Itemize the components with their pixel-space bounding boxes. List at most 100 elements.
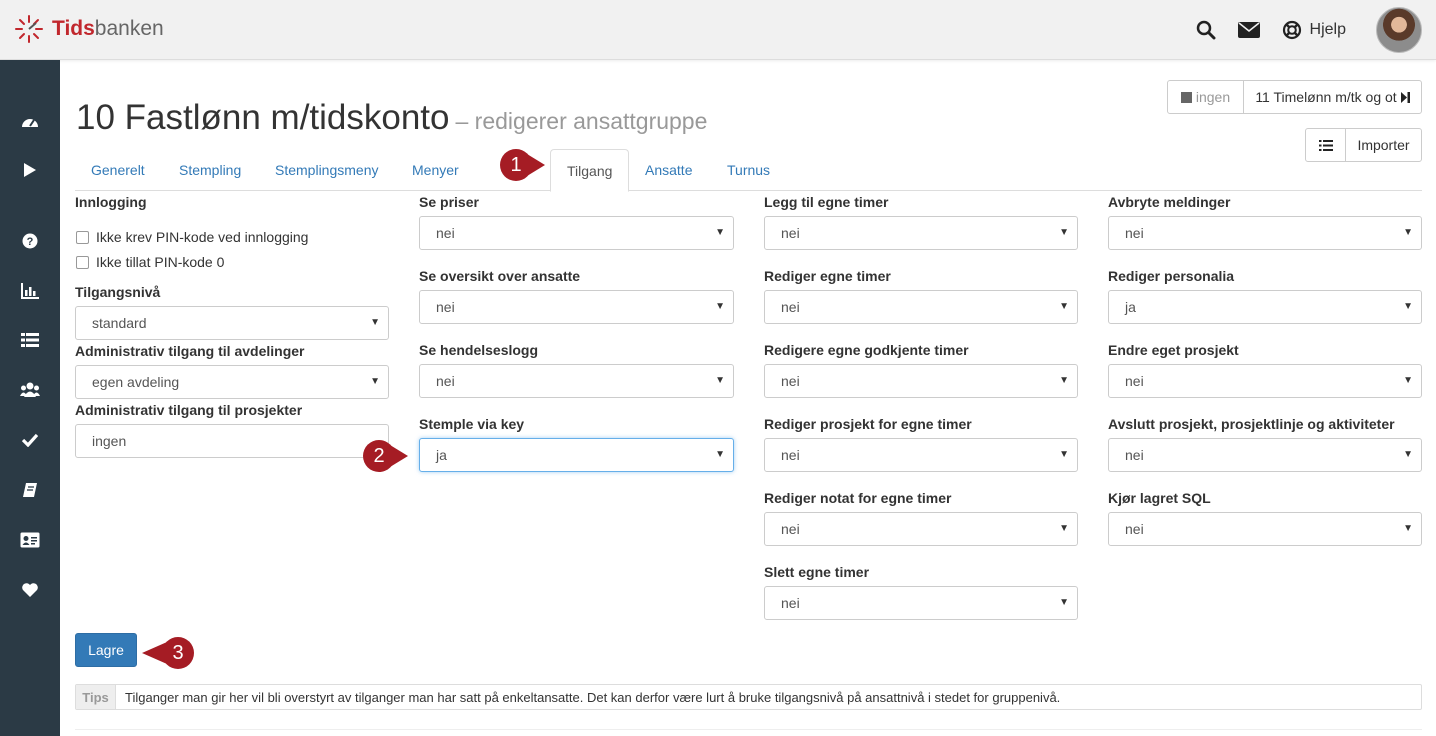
question-icon[interactable]: ? xyxy=(18,229,42,253)
edit-project-hours-select[interactable]: nei ▼ xyxy=(764,438,1078,472)
caret-down-icon: ▼ xyxy=(715,227,725,238)
edit-note-hours-select[interactable]: nei ▼ xyxy=(764,512,1078,546)
brand-name: Tidsbanken xyxy=(52,17,164,40)
require-pin-checkbox-row[interactable]: Ikke krev PIN-kode ved innlogging xyxy=(76,229,308,245)
see-prices-label: Se priser xyxy=(419,194,479,210)
see-prices-select[interactable]: nei ▼ xyxy=(419,216,734,250)
callout-marker-1: 1 xyxy=(499,148,545,182)
edit-own-hours-select[interactable]: nei ▼ xyxy=(764,290,1078,324)
admin-project-input[interactable]: ingen xyxy=(75,424,389,458)
dashboard-icon[interactable] xyxy=(18,110,42,134)
see-employees-select[interactable]: nei ▼ xyxy=(419,290,734,324)
page-title: 10 Fastlønn m/tidskonto – redigerer ansat… xyxy=(76,98,708,137)
lifebuoy-icon xyxy=(1282,20,1301,40)
bottom-divider xyxy=(75,729,1422,730)
see-employees-label: Se oversikt over ansatte xyxy=(419,268,581,284)
page-subtitle: – redigerer ansattgruppe xyxy=(455,108,708,134)
callout-marker-2: 2 xyxy=(362,439,408,473)
caret-down-icon: ▼ xyxy=(1403,375,1413,386)
caret-down-icon: ▼ xyxy=(1403,449,1413,460)
avatar[interactable] xyxy=(1376,7,1422,53)
see-event-log-select[interactable]: nei ▼ xyxy=(419,364,734,398)
caret-down-icon: ▼ xyxy=(715,301,725,312)
edit-approved-hours-label: Redigere egne godkjente timer xyxy=(764,342,969,358)
caret-down-icon: ▼ xyxy=(1059,597,1069,608)
main-content: ingen 11 Timelønn m/tk og ot Importer 10… xyxy=(75,60,1422,736)
change-own-project-label: Endre eget prosjekt xyxy=(1108,342,1239,358)
access-level-label: Tilgangsnivå xyxy=(75,284,161,300)
edit-personalia-label: Rediger personalia xyxy=(1108,268,1235,284)
top-bar: Tidsbanken Hjelp xyxy=(0,0,1436,60)
change-own-project-select[interactable]: nei ▼ xyxy=(1108,364,1422,398)
book-icon[interactable] xyxy=(18,478,42,502)
users-icon[interactable] xyxy=(18,378,42,402)
tips-box: Tips Tilganger man gir her vil bli overs… xyxy=(75,684,1422,710)
close-project-label: Avslutt prosjekt, prosjektlinje og aktiv… xyxy=(1108,416,1395,432)
search-icon[interactable] xyxy=(1196,20,1216,40)
add-own-hours-select[interactable]: nei ▼ xyxy=(764,216,1078,250)
disallow-pin-zero-checkbox-row[interactable]: Ikke tillat PIN-kode 0 xyxy=(76,254,224,270)
tab-turnus[interactable]: Turnus xyxy=(711,149,786,191)
help-menu[interactable]: Hjelp xyxy=(1282,20,1346,40)
edit-personalia-select[interactable]: ja ▼ xyxy=(1108,290,1422,324)
clock-star-icon xyxy=(15,15,43,43)
skip-forward-icon xyxy=(1400,91,1410,103)
next-group-button[interactable]: 11 Timelønn m/tk og ot xyxy=(1243,80,1422,114)
callout-marker-3: 3 xyxy=(142,636,194,670)
envelope-icon[interactable] xyxy=(1237,22,1260,38)
admin-dept-select[interactable]: egen avdeling ▼ xyxy=(75,365,389,399)
disallow-pin-zero-checkbox[interactable] xyxy=(76,255,89,269)
run-saved-sql-label: Kjør lagret SQL xyxy=(1108,490,1211,506)
close-project-select[interactable]: nei ▼ xyxy=(1108,438,1422,472)
stamp-via-key-label: Stemple via key xyxy=(419,416,525,432)
tab-stemplingsmeny[interactable]: Stemplingsmeny xyxy=(259,149,395,191)
tab-generelt[interactable]: Generelt xyxy=(75,149,161,191)
caret-down-icon: ▼ xyxy=(370,376,380,387)
caret-down-icon: ▼ xyxy=(1403,227,1413,238)
login-heading: Innlogging xyxy=(75,194,147,210)
caret-down-icon: ▼ xyxy=(1059,449,1069,460)
caret-down-icon: ▼ xyxy=(1059,227,1069,238)
admin-project-label: Administrativ tilgang til prosjekter xyxy=(75,402,303,418)
caret-down-icon: ▼ xyxy=(715,449,725,460)
require-pin-checkbox[interactable] xyxy=(76,230,89,244)
stamp-via-key-select[interactable]: ja ▼ xyxy=(419,438,734,472)
caret-down-icon: ▼ xyxy=(1403,301,1413,312)
edit-own-hours-label: Rediger egne timer xyxy=(764,268,891,284)
delete-own-hours-select[interactable]: nei ▼ xyxy=(764,586,1078,620)
cancel-messages-label: Avbryte meldinger xyxy=(1108,194,1231,210)
stop-icon xyxy=(1180,91,1192,103)
tab-menyer[interactable]: Menyer xyxy=(396,149,475,191)
caret-down-icon: ▼ xyxy=(1059,375,1069,386)
run-saved-sql-select[interactable]: nei ▼ xyxy=(1108,512,1422,546)
heart-icon[interactable] xyxy=(18,578,42,602)
cancel-messages-select[interactable]: nei ▼ xyxy=(1108,216,1422,250)
tips-label: Tips xyxy=(76,685,116,709)
access-level-select[interactable]: standard ▼ xyxy=(75,306,389,340)
add-own-hours-label: Legg til egne timer xyxy=(764,194,889,210)
tidsbanken-logo[interactable]: Tidsbanken xyxy=(14,14,164,44)
tab-bar: Generelt Stempling Stemplingsmeny Menyer… xyxy=(75,149,1422,192)
tab-ansatte[interactable]: Ansatte xyxy=(629,149,708,191)
caret-down-icon: ▼ xyxy=(715,375,725,386)
tab-stempling[interactable]: Stempling xyxy=(163,149,257,191)
save-button[interactable]: Lagre xyxy=(75,633,137,667)
edit-approved-hours-select[interactable]: nei ▼ xyxy=(764,364,1078,398)
caret-down-icon: ▼ xyxy=(370,317,380,328)
caret-down-icon: ▼ xyxy=(1059,301,1069,312)
bar-chart-icon[interactable] xyxy=(18,279,42,303)
see-event-log-label: Se hendelseslogg xyxy=(419,342,539,358)
caret-down-icon: ▼ xyxy=(1059,523,1069,534)
help-label: Hjelp xyxy=(1309,21,1346,38)
delete-own-hours-label: Slett egne timer xyxy=(764,564,870,580)
tab-tilgang[interactable]: Tilgang xyxy=(550,149,630,192)
edit-project-hours-label: Rediger prosjekt for egne timer xyxy=(764,416,972,432)
admin-dept-label: Administrativ tilgang til avdelinger xyxy=(75,343,305,359)
id-card-icon[interactable] xyxy=(18,528,42,552)
list-icon[interactable] xyxy=(18,328,42,352)
sidebar: ? xyxy=(0,60,60,736)
previous-group-button[interactable]: ingen xyxy=(1167,80,1244,114)
play-icon[interactable] xyxy=(18,158,42,182)
check-icon[interactable] xyxy=(18,428,42,452)
edit-note-hours-label: Rediger notat for egne timer xyxy=(764,490,952,506)
